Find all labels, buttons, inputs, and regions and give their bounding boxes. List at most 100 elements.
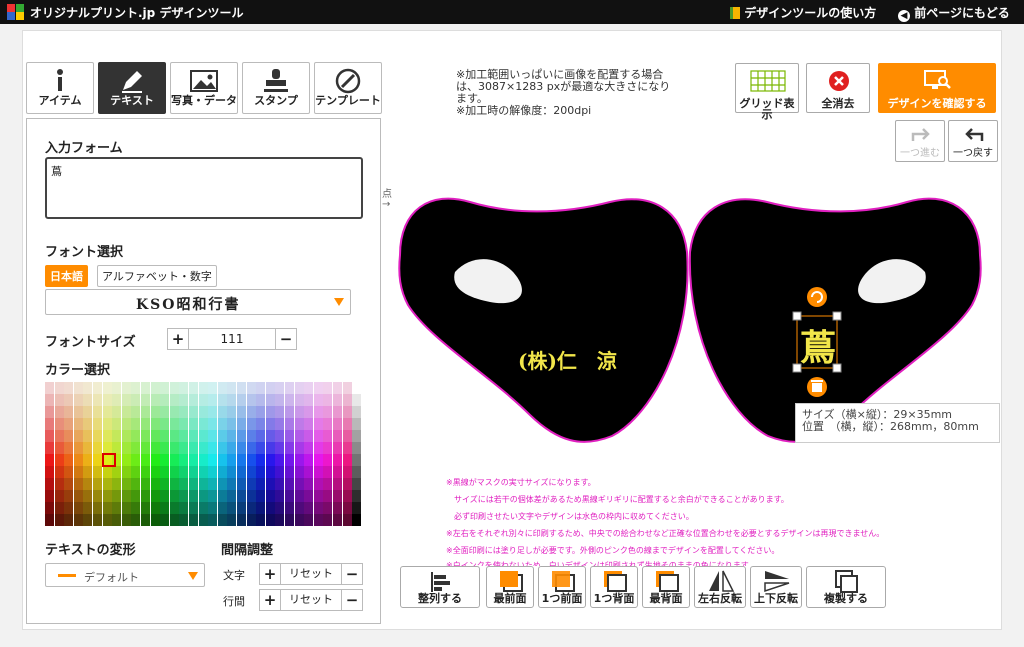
color-swatch[interactable]	[102, 418, 112, 430]
color-swatch[interactable]	[237, 490, 246, 502]
font-tab-japanese[interactable]: 日本語	[45, 265, 88, 287]
color-swatch[interactable]	[141, 466, 150, 478]
color-swatch[interactable]	[333, 418, 342, 430]
color-swatch[interactable]	[121, 442, 131, 454]
color-swatch[interactable]	[246, 490, 256, 502]
color-swatch[interactable]	[227, 430, 237, 442]
color-swatch[interactable]	[189, 502, 198, 514]
color-swatch[interactable]	[333, 478, 342, 490]
color-swatch[interactable]	[323, 490, 333, 502]
color-swatch[interactable]	[131, 394, 141, 406]
color-swatch[interactable]	[64, 442, 74, 454]
color-swatch[interactable]	[265, 514, 275, 526]
color-swatch[interactable]	[93, 454, 102, 466]
color-swatch[interactable]	[121, 478, 131, 490]
color-swatch[interactable]	[227, 442, 237, 454]
color-swatch[interactable]	[189, 418, 198, 430]
font-size-decrease-button[interactable]: −	[275, 328, 297, 350]
color-swatch[interactable]	[189, 406, 198, 418]
color-swatch[interactable]	[304, 430, 314, 442]
tab-item[interactable]: アイテム	[26, 62, 94, 114]
color-swatch[interactable]	[285, 406, 294, 418]
color-swatch[interactable]	[45, 430, 54, 442]
color-swatch[interactable]	[45, 466, 54, 478]
color-swatch[interactable]	[333, 514, 342, 526]
color-swatch[interactable]	[169, 502, 179, 514]
color-swatch[interactable]	[73, 418, 83, 430]
color-swatch[interactable]	[83, 454, 93, 466]
color-swatch[interactable]	[169, 478, 179, 490]
color-swatch[interactable]	[121, 502, 131, 514]
color-swatch[interactable]	[217, 394, 227, 406]
color-swatch[interactable]	[102, 466, 112, 478]
color-swatch[interactable]	[352, 454, 362, 466]
color-swatch[interactable]	[246, 502, 256, 514]
color-swatch[interactable]	[256, 430, 266, 442]
color-swatch[interactable]	[352, 394, 362, 406]
color-swatch[interactable]	[160, 406, 170, 418]
color-swatch[interactable]	[237, 430, 246, 442]
color-swatch[interactable]	[217, 466, 227, 478]
color-swatch[interactable]	[227, 502, 237, 514]
color-swatch[interactable]	[285, 430, 294, 442]
color-swatch[interactable]	[342, 466, 352, 478]
color-swatch[interactable]	[237, 406, 246, 418]
color-swatch[interactable]	[179, 382, 189, 394]
color-swatch[interactable]	[73, 466, 83, 478]
color-swatch[interactable]	[217, 502, 227, 514]
color-swatch[interactable]	[352, 478, 362, 490]
color-swatch[interactable]	[227, 454, 237, 466]
color-swatch[interactable]	[121, 406, 131, 418]
color-swatch[interactable]	[112, 490, 122, 502]
color-swatch[interactable]	[208, 418, 218, 430]
color-swatch[interactable]	[169, 490, 179, 502]
color-swatch[interactable]	[141, 514, 150, 526]
color-swatch[interactable]	[198, 490, 208, 502]
color-swatch[interactable]	[160, 502, 170, 514]
color-swatch[interactable]	[54, 502, 64, 514]
color-swatch[interactable]	[131, 430, 141, 442]
color-swatch[interactable]	[179, 502, 189, 514]
color-swatch[interactable]	[102, 430, 112, 442]
color-swatch[interactable]	[160, 490, 170, 502]
color-swatch[interactable]	[237, 394, 246, 406]
color-swatch[interactable]	[208, 514, 218, 526]
color-swatch[interactable]	[73, 454, 83, 466]
color-swatch[interactable]	[160, 442, 170, 454]
color-swatch[interactable]	[131, 466, 141, 478]
color-swatch[interactable]	[102, 490, 112, 502]
font-dropdown[interactable]: KSO昭和行書	[45, 289, 351, 315]
color-swatch[interactable]	[256, 478, 266, 490]
color-swatch[interactable]	[102, 382, 112, 394]
color-swatch[interactable]	[285, 454, 294, 466]
color-swatch[interactable]	[189, 382, 198, 394]
color-swatch[interactable]	[333, 430, 342, 442]
grid-toggle-button[interactable]: グリッド表示	[735, 63, 799, 120]
color-swatch[interactable]	[93, 478, 102, 490]
color-swatch[interactable]	[208, 430, 218, 442]
color-swatch[interactable]	[64, 514, 74, 526]
color-swatch[interactable]	[141, 478, 150, 490]
color-swatch[interactable]	[189, 514, 198, 526]
color-swatch[interactable]	[246, 442, 256, 454]
color-swatch[interactable]	[45, 382, 54, 394]
color-swatch[interactable]	[150, 394, 160, 406]
color-swatch[interactable]	[217, 490, 227, 502]
flip-vertical-button[interactable]: 上下反転	[750, 566, 802, 608]
text-input[interactable]: 蔦	[45, 157, 363, 219]
color-swatch[interactable]	[246, 382, 256, 394]
rotate-icon[interactable]	[807, 287, 827, 307]
color-swatch[interactable]	[227, 394, 237, 406]
color-palette[interactable]	[45, 382, 362, 526]
color-swatch[interactable]	[179, 478, 189, 490]
color-swatch[interactable]	[169, 514, 179, 526]
color-swatch[interactable]	[237, 502, 246, 514]
color-swatch[interactable]	[112, 502, 122, 514]
color-swatch[interactable]	[112, 406, 122, 418]
color-swatch[interactable]	[189, 490, 198, 502]
color-swatch[interactable]	[313, 502, 323, 514]
color-swatch[interactable]	[352, 502, 362, 514]
color-swatch[interactable]	[217, 382, 227, 394]
color-swatch[interactable]	[304, 406, 314, 418]
color-swatch[interactable]	[285, 478, 294, 490]
